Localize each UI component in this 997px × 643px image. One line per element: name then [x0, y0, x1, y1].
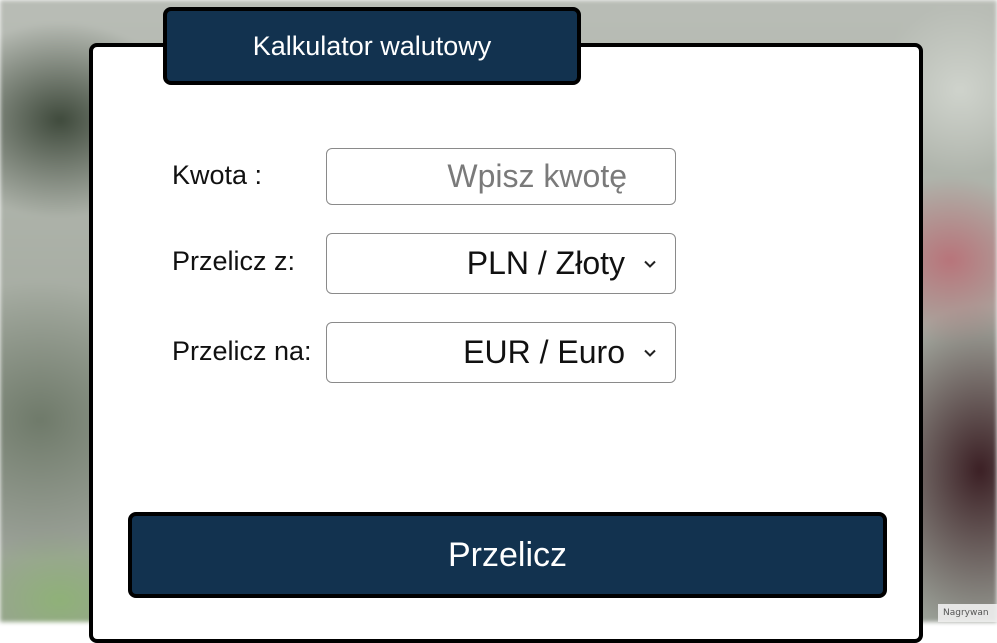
amount-field-wrapper[interactable] [326, 148, 676, 205]
convert-button[interactable]: Przelicz [128, 512, 887, 598]
to-currency-label: Przelicz na: [172, 336, 312, 366]
amount-input[interactable] [327, 158, 627, 195]
to-currency-select[interactable]: EUR / Euro [326, 322, 676, 383]
chevron-down-icon [643, 257, 657, 271]
recording-watermark: Nagrywan [938, 604, 997, 622]
amount-label: Kwota : [172, 160, 263, 190]
from-currency-select[interactable]: PLN / Złoty [326, 233, 676, 294]
to-currency-value: EUR / Euro [463, 334, 625, 370]
chevron-down-icon [643, 346, 657, 360]
calculator-title: Kalkulator walutowy [163, 7, 581, 85]
from-currency-label: Przelicz z: [172, 246, 296, 276]
from-currency-value: PLN / Złoty [466, 245, 625, 281]
